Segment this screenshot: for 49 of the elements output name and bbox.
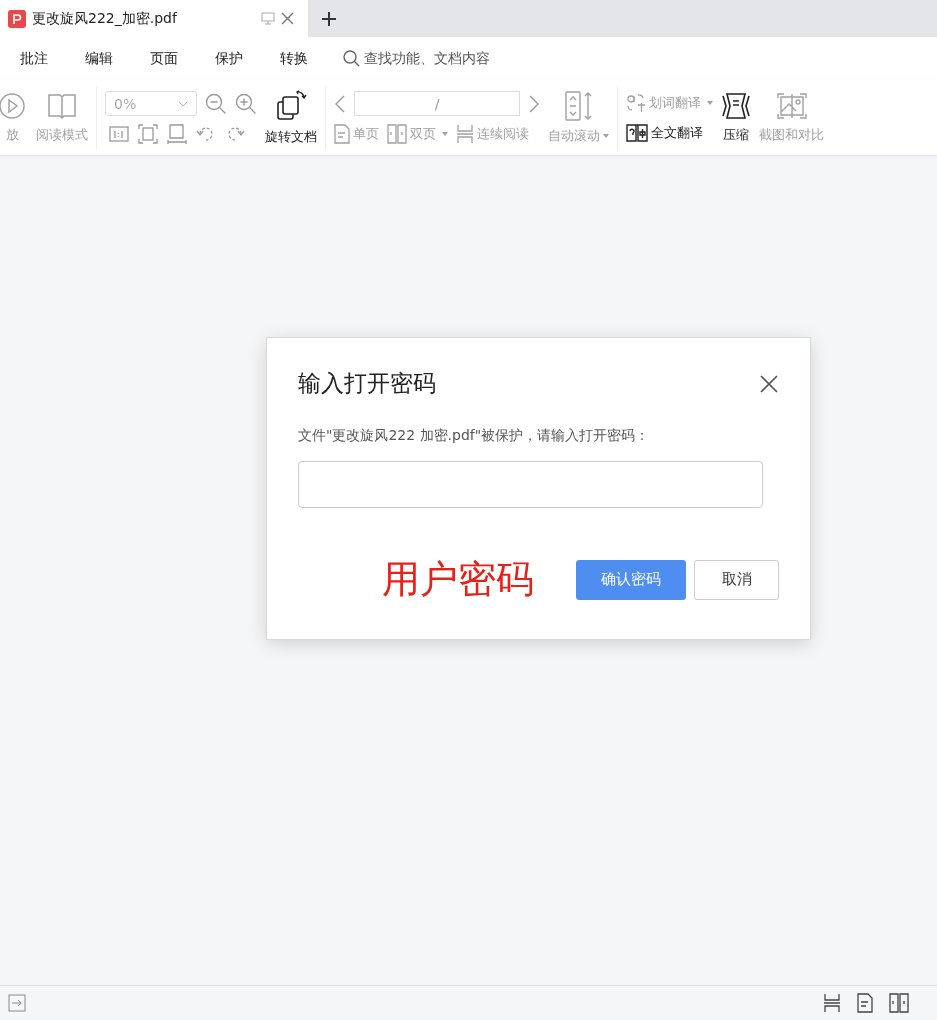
rotate-pages-icon [275, 89, 307, 122]
fit-width-icon[interactable] [167, 124, 187, 144]
page-icon [334, 124, 350, 144]
fit-page-icon[interactable] [138, 124, 158, 144]
previous-page-icon[interactable] [334, 94, 346, 113]
caret-icon [442, 132, 448, 136]
caret-icon [707, 100, 713, 105]
rotate-right-icon[interactable] [225, 125, 245, 143]
translate-icon [626, 92, 646, 113]
menu-item[interactable]: 编辑 [73, 45, 125, 72]
rotate-left-icon[interactable] [196, 125, 216, 143]
search-icon [343, 50, 360, 67]
book-icon [47, 91, 77, 120]
compress-icon [721, 91, 751, 120]
full-translate-button[interactable]: 全文翻译 [626, 122, 703, 143]
menu-item[interactable]: 保护 [203, 45, 255, 72]
close-icon[interactable] [281, 12, 294, 25]
cancel-button[interactable]: 取消 [694, 559, 779, 600]
two-pages-icon [387, 124, 407, 144]
dropdown-chevron-icon [178, 100, 188, 107]
menu-item[interactable]: 转换 [268, 45, 320, 72]
pdf-icon [8, 9, 26, 28]
next-page-icon[interactable] [528, 94, 540, 113]
book-translate-icon [626, 122, 648, 143]
menu-item[interactable]: 页面 [138, 45, 190, 72]
caret-icon [603, 133, 609, 138]
close-icon[interactable] [760, 374, 778, 393]
compress-button[interactable]: 压缩 [721, 91, 751, 144]
rotate-document-button[interactable]: 旋转文档 [265, 89, 317, 146]
document-tab[interactable]: 更改旋风222_加密.pdf [0, 0, 308, 37]
two-pages-icon[interactable] [889, 993, 909, 1013]
menu-item[interactable]: 批注 [8, 45, 60, 72]
continuous-pages-icon [456, 124, 474, 144]
expand-panel-icon[interactable] [8, 994, 26, 1012]
dialog-title: 输入打开密码 [298, 369, 436, 398]
zoom-in-icon[interactable] [235, 92, 257, 115]
auto-scroll-icon [563, 90, 594, 121]
continuous-pages-icon[interactable] [823, 993, 841, 1013]
framed-picture-icon [776, 91, 807, 120]
password-field[interactable] [298, 461, 763, 508]
page-icon[interactable] [857, 993, 873, 1013]
play-icon [0, 91, 26, 120]
annotation-text: 用户密码 [382, 556, 534, 603]
monitor-icon[interactable] [261, 12, 275, 25]
actual-size-icon[interactable] [109, 125, 129, 143]
zoom-out-icon[interactable] [205, 92, 227, 115]
dialog-message: 文件"更改旋风222 加密.pdf"被保护，请输入打开密码： [298, 427, 651, 445]
tab-title: 更改旋风222_加密.pdf [32, 9, 179, 28]
new-tab-icon[interactable] [321, 10, 337, 27]
